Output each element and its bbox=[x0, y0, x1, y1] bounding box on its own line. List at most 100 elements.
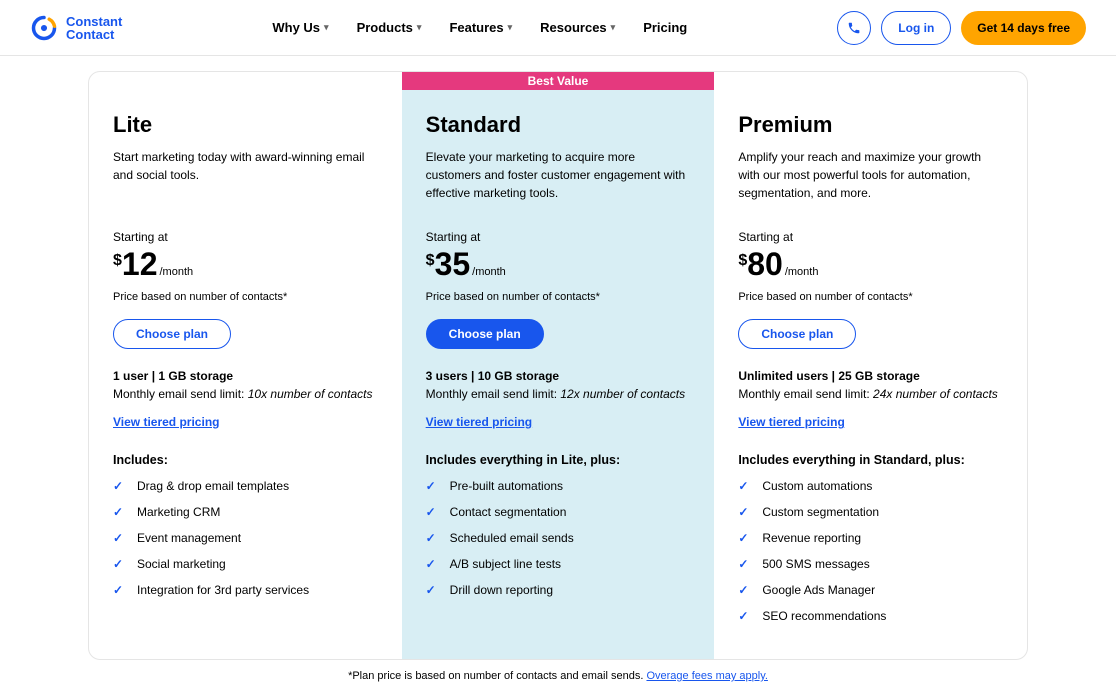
check-icon: ✓ bbox=[738, 583, 752, 597]
feature-item: ✓500 SMS messages bbox=[738, 557, 1003, 571]
logo-text: Constant Contact bbox=[66, 15, 122, 41]
nav-item-products[interactable]: Products ▾ bbox=[357, 20, 422, 35]
feature-text: Marketing CRM bbox=[137, 505, 220, 519]
price: $80/month bbox=[738, 246, 1003, 283]
check-icon: ✓ bbox=[738, 479, 752, 493]
feature-text: 500 SMS messages bbox=[762, 557, 869, 571]
feature-item: ✓ Integration for 3rd party services bbox=[113, 583, 378, 597]
starting-at-label: Starting at bbox=[113, 230, 378, 244]
feature-item: ✓ Google Ads Manager bbox=[738, 583, 1003, 597]
choose-plan-button[interactable]: Choose plan bbox=[426, 319, 544, 349]
nav-item-why-us[interactable]: Why Us ▾ bbox=[272, 20, 328, 35]
feature-text: Integration for 3rd party services bbox=[137, 583, 309, 597]
view-tiered-pricing-link[interactable]: View tiered pricing bbox=[113, 415, 219, 429]
includes-heading: Includes: bbox=[113, 453, 378, 467]
price-note: Price based on number of contacts* bbox=[113, 291, 378, 303]
header-actions: Log in Get 14 days free bbox=[837, 11, 1086, 45]
feature-text: Pre-built automations bbox=[450, 479, 563, 493]
plan-allowance: 1 user | 1 GB storage bbox=[113, 369, 378, 383]
feature-item: ✓ SEO recommendations bbox=[738, 609, 1003, 623]
check-icon: ✓ bbox=[113, 557, 127, 571]
check-icon: ✓ bbox=[113, 505, 127, 519]
check-icon: ✓ bbox=[426, 531, 440, 545]
feature-item: ✓ Scheduled email sends bbox=[426, 531, 691, 545]
includes-heading: Includes everything in Standard, plus: bbox=[738, 453, 1003, 467]
check-icon: ✓ bbox=[426, 557, 440, 571]
check-icon: ✓ bbox=[113, 479, 127, 493]
chevron-down-icon: ▾ bbox=[417, 22, 422, 33]
feature-item: ✓ Drag & drop email templates bbox=[113, 479, 378, 493]
plan-name: Standard bbox=[426, 112, 691, 138]
nav-label: Pricing bbox=[643, 20, 687, 35]
choose-plan-button[interactable]: Choose plan bbox=[113, 319, 231, 349]
view-tiered-pricing-link[interactable]: View tiered pricing bbox=[426, 415, 532, 429]
pricing-grid: LiteStart marketing today with award-win… bbox=[88, 71, 1028, 660]
pricing-section: LiteStart marketing today with award-win… bbox=[78, 71, 1038, 692]
logo-icon bbox=[30, 14, 58, 42]
phone-icon bbox=[847, 21, 861, 35]
nav-item-resources[interactable]: Resources ▾ bbox=[540, 20, 615, 35]
feature-item: ✓ Contact segmentation bbox=[426, 505, 691, 519]
feature-item: ✓A/B subject line tests bbox=[426, 557, 691, 571]
plan-premium: PremiumAmplify your reach and maximize y… bbox=[714, 72, 1027, 659]
feature-item: ✓ Pre-built automations bbox=[426, 479, 691, 493]
free-trial-button[interactable]: Get 14 days free bbox=[961, 11, 1086, 45]
check-icon: ✓ bbox=[113, 531, 127, 545]
send-limit: Monthly email send limit: 24x number of … bbox=[738, 387, 1003, 401]
chevron-down-icon: ▾ bbox=[324, 22, 329, 33]
feature-item: ✓Drill down reporting bbox=[426, 583, 691, 597]
feature-text: Event management bbox=[137, 531, 241, 545]
plan-name: Lite bbox=[113, 112, 378, 138]
check-icon: ✓ bbox=[738, 531, 752, 545]
plan-standard: Best Value Standard Elevate your marketing… bbox=[402, 72, 715, 659]
feature-item: ✓Revenue reporting bbox=[738, 531, 1003, 545]
plan-allowance: 3 users | 10 GB storage bbox=[426, 369, 691, 383]
nav-item-features[interactable]: Features ▾ bbox=[449, 20, 512, 35]
send-limit: Monthly email send limit: 12x number of … bbox=[426, 387, 691, 401]
pricing-footnote: *Plan price is based on number of contac… bbox=[88, 670, 1028, 692]
feature-text: Drill down reporting bbox=[450, 583, 553, 597]
feature-text: Custom automations bbox=[762, 479, 872, 493]
feature-item: ✓Custom segmentation bbox=[738, 505, 1003, 519]
best-value-badge: Best Value bbox=[402, 72, 715, 90]
nav-label: Resources bbox=[540, 20, 606, 35]
plan-lite: LiteStart marketing today with award-win… bbox=[89, 72, 402, 659]
price-note: Price based on number of contacts* bbox=[426, 291, 691, 303]
nav-label: Why Us bbox=[272, 20, 320, 35]
feature-item: ✓ Marketing CRM bbox=[113, 505, 378, 519]
feature-item: ✓ Custom automations bbox=[738, 479, 1003, 493]
main-nav: Why Us ▾ Products ▾ Features ▾ Resources ▾ Prici… bbox=[272, 20, 687, 35]
send-limit: Monthly email send limit: 10x number of … bbox=[113, 387, 378, 401]
choose-plan-button[interactable]: Choose plan bbox=[738, 319, 856, 349]
plan-name: Premium bbox=[738, 112, 1003, 138]
plan-allowance: Unlimited users | 25 GB storage bbox=[738, 369, 1003, 383]
check-icon: ✓ bbox=[113, 583, 127, 597]
view-tiered-pricing-link[interactable]: View tiered pricing bbox=[738, 415, 844, 429]
feature-text: Custom segmentation bbox=[762, 505, 879, 519]
chevron-down-icon: ▾ bbox=[508, 22, 513, 33]
nav-label: Products bbox=[357, 20, 413, 35]
overage-fees-link[interactable]: Overage fees may apply. bbox=[646, 670, 767, 682]
feature-text: Google Ads Manager bbox=[762, 583, 875, 597]
price: $35/month bbox=[426, 246, 691, 283]
feature-text: Contact segmentation bbox=[450, 505, 567, 519]
price-note: Price based on number of contacts* bbox=[738, 291, 1003, 303]
feature-text: Drag & drop email templates bbox=[137, 479, 289, 493]
plan-description: Elevate your marketing to acquire more c… bbox=[426, 148, 691, 202]
nav-label: Features bbox=[449, 20, 503, 35]
login-button[interactable]: Log in bbox=[881, 11, 951, 45]
feature-text: SEO recommendations bbox=[762, 609, 886, 623]
nav-item-pricing[interactable]: Pricing bbox=[643, 20, 687, 35]
feature-text: Social marketing bbox=[137, 557, 226, 571]
feature-text: Scheduled email sends bbox=[450, 531, 574, 545]
starting-at-label: Starting at bbox=[426, 230, 691, 244]
check-icon: ✓ bbox=[426, 479, 440, 493]
site-header: Constant Contact Why Us▾Products▾Feature… bbox=[0, 0, 1116, 56]
phone-button[interactable] bbox=[837, 11, 871, 45]
check-icon: ✓ bbox=[426, 505, 440, 519]
logo[interactable]: Constant Contact bbox=[30, 14, 122, 42]
check-icon: ✓ bbox=[738, 609, 752, 623]
feature-item: ✓ Social marketing bbox=[113, 557, 378, 571]
feature-item: ✓ Event management bbox=[113, 531, 378, 545]
chevron-down-icon: ▾ bbox=[611, 22, 616, 33]
